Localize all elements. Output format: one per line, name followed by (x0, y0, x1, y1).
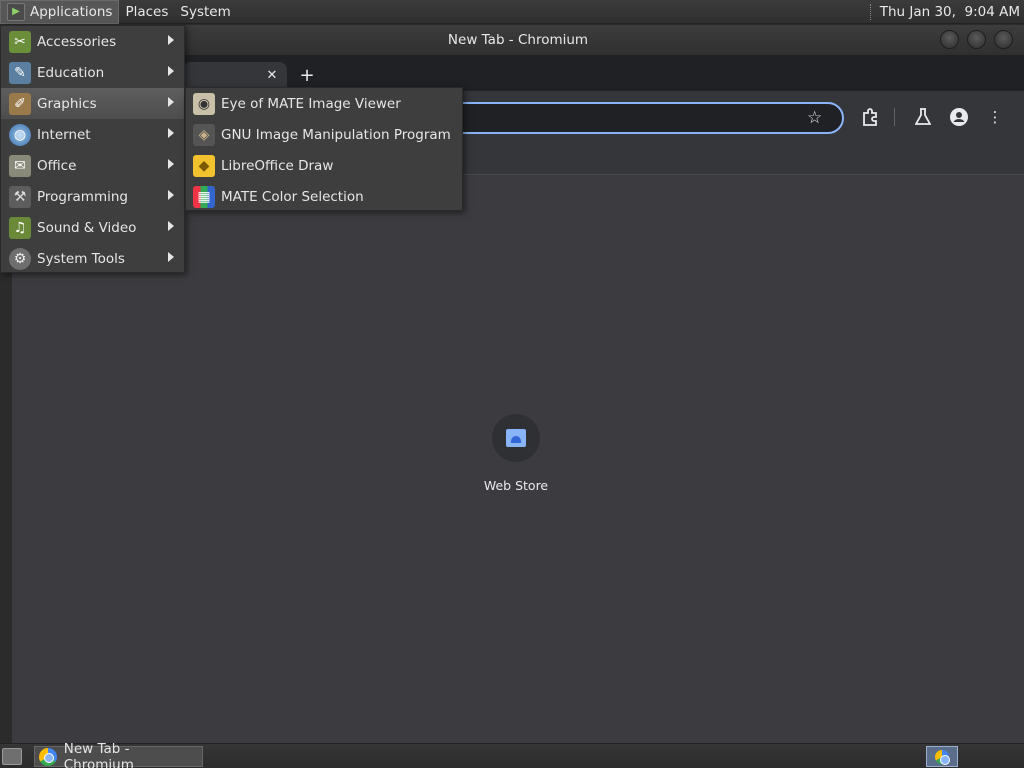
system-tools-icon: ⚙ (9, 247, 31, 270)
menu-item-label: Internet (37, 126, 91, 143)
system-menu-label: System (180, 3, 231, 20)
menu-item-accessories[interactable]: ✂ Accessories (1, 26, 184, 57)
web-store-shortcut[interactable]: Web Store (478, 414, 554, 504)
applications-menu[interactable]: ▶ Applications (0, 0, 120, 24)
menu-item-sound-video[interactable]: ♫ Sound & Video (1, 212, 184, 243)
places-menu-label: Places (125, 3, 169, 20)
taskbar-window-button[interactable]: New Tab - Chromium (34, 741, 203, 768)
menu-item-label: LibreOffice Draw (221, 157, 334, 174)
web-store-icon-container (492, 414, 540, 462)
workspace-chromium-icon (935, 749, 950, 765)
menu-item-label: Office (37, 157, 77, 174)
menu-item-label: Education (37, 64, 105, 81)
close-window-button[interactable] (994, 30, 1013, 49)
image-viewer-icon: ◉ (193, 92, 215, 115)
menu-item-label: System Tools (37, 250, 125, 267)
menu-item-libreoffice-draw[interactable]: ◆ LibreOffice Draw (186, 150, 462, 181)
submenu-arrow-icon (168, 128, 174, 138)
libreoffice-draw-icon: ◆ (193, 154, 215, 177)
menu-item-label: Sound & Video (37, 219, 137, 236)
submenu-arrow-icon (168, 35, 174, 45)
graphics-icon: ✐ (9, 92, 31, 115)
sound-video-icon: ♫ (9, 216, 31, 239)
submenu-arrow-icon (168, 252, 174, 262)
menu-item-label: Graphics (37, 95, 97, 112)
submenu-arrow-icon (168, 159, 174, 169)
clock-text: Thu Jan 30, 9:04 AM (879, 4, 1020, 20)
menu-item-education[interactable]: ✎ Education (1, 57, 184, 88)
submenu-arrow-icon (168, 97, 174, 107)
menu-item-label: Eye of MATE Image Viewer (221, 95, 401, 112)
places-menu[interactable]: Places (119, 0, 174, 24)
panel-separator (869, 4, 872, 20)
mate-logo-icon: ▶ (7, 2, 25, 21)
minimize-button[interactable] (940, 30, 959, 49)
graphics-submenu: ◉ Eye of MATE Image Viewer ◈ GNU Image M… (185, 87, 463, 211)
extensions-icon[interactable] (859, 106, 881, 128)
menu-item-graphics[interactable]: ✐ Graphics (1, 88, 184, 119)
taskbar-window-label: New Tab - Chromium (63, 740, 134, 768)
menu-item-eye-of-mate[interactable]: ◉ Eye of MATE Image Viewer (186, 88, 462, 119)
applications-dropdown: ✂ Accessories ✎ Education ✐ Graphics ◍ I… (0, 25, 185, 273)
applications-menu-label: Applications (30, 3, 113, 20)
toolbar-divider (894, 108, 895, 126)
submenu-arrow-icon (168, 190, 174, 200)
gimp-icon: ◈ (193, 123, 215, 146)
menu-item-gimp[interactable]: ◈ GNU Image Manipulation Program (186, 119, 462, 150)
menu-item-internet[interactable]: ◍ Internet (1, 119, 184, 150)
clock-applet[interactable]: Thu Jan 30, 9:04 AM (869, 0, 1020, 24)
menu-item-mate-color-selection[interactable]: ▦ MATE Color Selection (186, 181, 462, 212)
color-selection-icon: ▦ (193, 185, 215, 208)
submenu-arrow-icon (168, 66, 174, 76)
window-title: New Tab - Chromium (447, 32, 589, 48)
labs-flask-icon[interactable] (912, 106, 934, 128)
show-desktop-icon[interactable] (2, 748, 22, 765)
bottom-panel: New Tab - Chromium (0, 741, 1024, 768)
tab-close-icon[interactable]: ✕ (262, 65, 282, 85)
menu-item-programming[interactable]: ⚒ Programming (1, 181, 184, 212)
menu-item-label: Accessories (37, 33, 117, 50)
education-icon: ✎ (9, 61, 31, 84)
workspace-switcher[interactable] (926, 746, 958, 767)
accessories-icon: ✂ (9, 30, 31, 53)
menu-item-label: MATE Color Selection (221, 188, 364, 205)
top-panel: ▶ Applications Places System Thu Jan 30,… (0, 0, 1024, 24)
office-icon: ✉ (9, 154, 31, 177)
new-tab-button[interactable]: + (296, 64, 318, 86)
menu-item-office[interactable]: ✉ Office (1, 150, 184, 181)
internet-icon: ◍ (9, 123, 31, 146)
chromium-icon (39, 747, 57, 766)
menu-item-label: GNU Image Manipulation Program (221, 126, 451, 143)
bookmark-star-icon[interactable]: ☆ (807, 108, 822, 128)
profile-avatar-icon[interactable] (948, 106, 970, 128)
system-menu[interactable]: System (174, 0, 236, 24)
web-store-label: Web Store (483, 478, 549, 493)
submenu-arrow-icon (168, 221, 174, 231)
menu-item-label: Programming (37, 188, 128, 205)
menu-item-system-tools[interactable]: ⚙ System Tools (1, 243, 184, 274)
more-menu-icon[interactable]: ⋮ (984, 106, 1006, 128)
web-store-icon (506, 429, 526, 447)
maximize-button[interactable] (967, 30, 986, 49)
programming-icon: ⚒ (9, 185, 31, 208)
